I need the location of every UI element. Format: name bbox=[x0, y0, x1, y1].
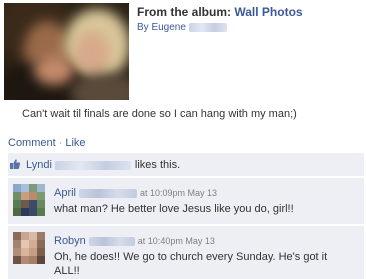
redacted-surname bbox=[188, 22, 227, 32]
likes-suffix: likes this. bbox=[134, 159, 181, 171]
comment-item bbox=[8, 178, 364, 224]
thumbs-up-icon bbox=[10, 159, 21, 169]
commenter-name[interactable]: Robyn bbox=[54, 235, 86, 247]
album-header: From the album: Wall Photos bbox=[137, 5, 303, 19]
comment-timestamp: at 10:09pm May 13 bbox=[140, 188, 218, 198]
commenter-avatar[interactable] bbox=[13, 232, 45, 264]
like-link[interactable]: Like bbox=[65, 137, 85, 149]
album-link[interactable]: Wall Photos bbox=[234, 5, 302, 19]
comment-text: what man? He better love Jesus like you … bbox=[54, 203, 294, 215]
redacted-surname bbox=[79, 188, 138, 198]
post-actions: Comment · Like bbox=[8, 137, 86, 149]
comment-header: Robyn at 10:40pm May 13 bbox=[54, 235, 215, 247]
by-label: By bbox=[137, 22, 149, 33]
redacted-surname bbox=[54, 160, 131, 170]
comment-timestamp: at 10:40pm May 13 bbox=[137, 236, 215, 246]
byline: By Eugene bbox=[137, 22, 227, 33]
comment-text-line-1: Oh, he does!! We go to church every Sund… bbox=[54, 251, 328, 263]
commenter-name[interactable]: April bbox=[54, 187, 76, 199]
redacted-surname bbox=[88, 236, 135, 246]
comment-text-line-2: ALL!! bbox=[54, 265, 80, 277]
action-separator: · bbox=[58, 137, 63, 149]
likes-text: Lyndi likes this. bbox=[26, 159, 180, 171]
post-caption: Can't wait til finals are done so I can … bbox=[22, 108, 297, 120]
commenter-avatar[interactable] bbox=[13, 184, 45, 216]
album-photo[interactable] bbox=[4, 3, 129, 100]
author-link[interactable]: Eugene bbox=[151, 22, 185, 33]
comment-link[interactable]: Comment bbox=[8, 137, 56, 149]
album-prefix: From the album: bbox=[137, 5, 232, 19]
liker-name[interactable]: Lyndi bbox=[26, 159, 52, 171]
comment-header: April at 10:09pm May 13 bbox=[54, 187, 217, 199]
